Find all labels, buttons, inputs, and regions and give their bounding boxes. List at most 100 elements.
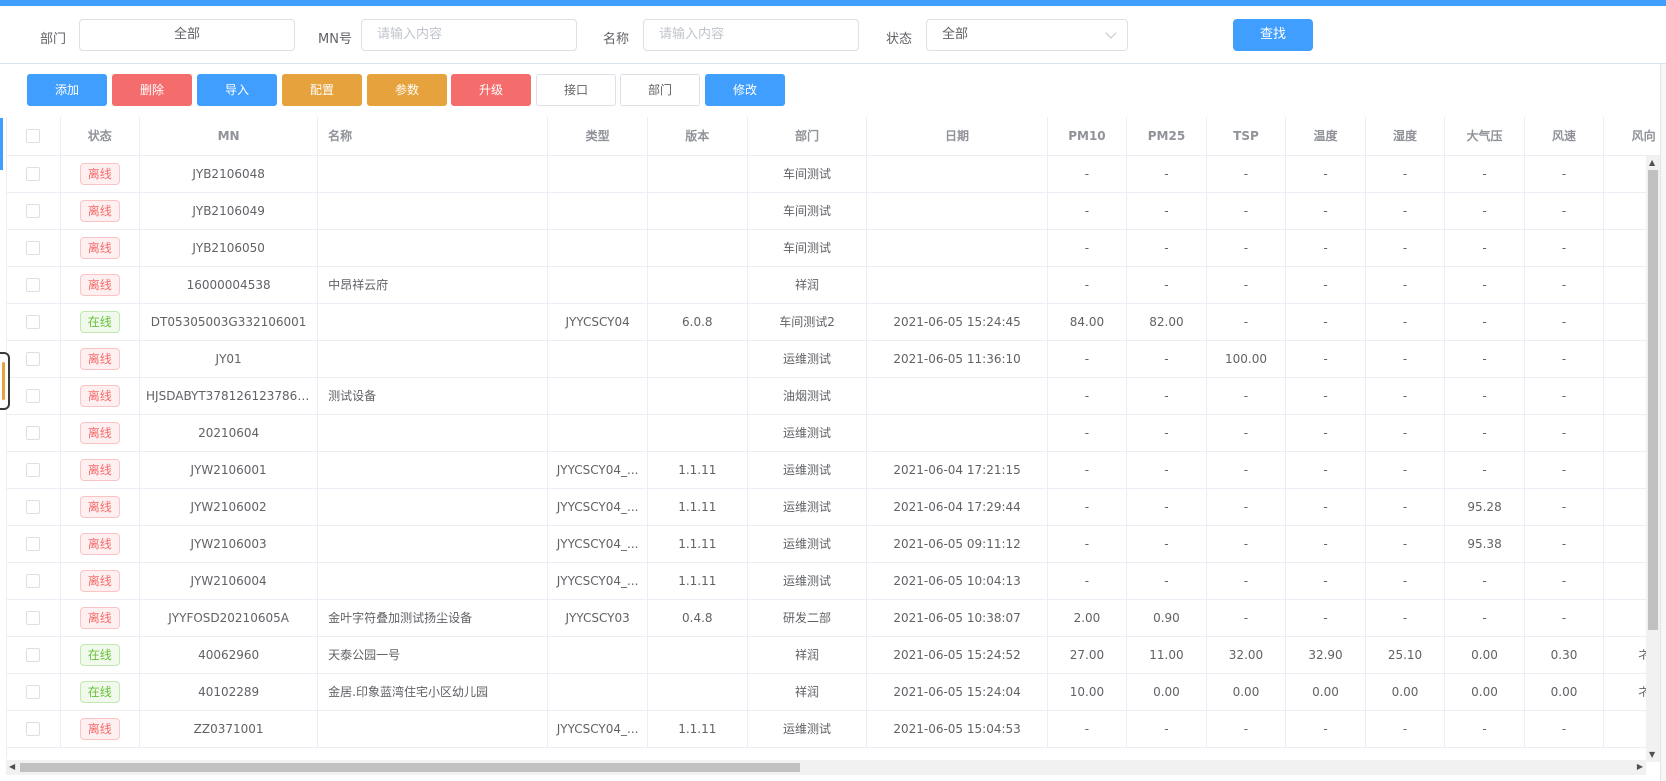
scroll-down-icon[interactable]: ▼ (1649, 751, 1655, 759)
horizontal-scrollbar[interactable]: ◀ ▶ (6, 760, 1646, 775)
row-checkbox[interactable] (26, 536, 41, 551)
cell-wind: - (1524, 451, 1605, 489)
column-header[interactable]: 状态 (60, 117, 141, 156)
config-button[interactable]: 配置 (282, 74, 362, 106)
column-header[interactable]: 风速 (1524, 117, 1605, 156)
column-header[interactable]: PM10 (1047, 117, 1128, 156)
table-row[interactable]: 离线 JYB2106049 车间测试 - - - - - - - (7, 192, 1660, 230)
row-checkbox-cell[interactable] (7, 710, 61, 748)
row-checkbox[interactable] (26, 388, 41, 403)
column-header[interactable]: 类型 (547, 117, 648, 156)
column-header[interactable]: TSP (1206, 117, 1287, 156)
cell-dept: 运维测试 (747, 525, 868, 563)
cell-tsp: - (1206, 414, 1287, 452)
row-checkbox-cell[interactable] (7, 599, 61, 637)
row-checkbox-cell[interactable] (7, 673, 61, 711)
row-checkbox-cell[interactable] (7, 229, 61, 267)
cell-name (317, 488, 549, 526)
vertical-scroll-thumb[interactable] (1648, 170, 1658, 630)
name-search-input[interactable]: 请输入内容 (643, 19, 859, 51)
department-filter-input[interactable]: 全部 (79, 19, 295, 51)
row-checkbox-cell[interactable] (7, 414, 61, 452)
row-checkbox[interactable] (26, 721, 41, 736)
table-row[interactable]: 离线 ZZ0371001 JYYCSCY04_... 1.1.11 运维测试 2021-0… (7, 710, 1660, 748)
row-checkbox[interactable] (26, 314, 41, 329)
cell-tsp: - (1206, 266, 1287, 304)
column-header[interactable]: 日期 (866, 117, 1048, 156)
upgrade-button[interactable]: 升级 (451, 74, 531, 106)
row-checkbox[interactable] (26, 462, 41, 477)
interface-button[interactable]: 接口 (536, 74, 616, 106)
row-checkbox-cell[interactable] (7, 636, 61, 674)
delete-button[interactable]: 删除 (112, 74, 192, 106)
department-button[interactable]: 部门 (620, 74, 700, 106)
row-checkbox[interactable] (26, 166, 41, 181)
row-checkbox-cell[interactable] (7, 192, 61, 230)
column-header[interactable]: 名称 (317, 117, 549, 156)
side-drawer-handle[interactable] (0, 352, 10, 410)
column-header[interactable]: PM25 (1126, 117, 1207, 156)
row-checkbox-cell[interactable] (7, 155, 61, 193)
row-checkbox[interactable] (26, 425, 41, 440)
row-checkbox-cell[interactable] (7, 303, 61, 341)
cell-press: - (1444, 155, 1525, 193)
cell-mn: ZZ0371001 (139, 710, 319, 748)
row-checkbox-cell[interactable] (7, 451, 61, 489)
row-checkbox-cell[interactable] (7, 377, 61, 415)
table-row[interactable]: 离线 JY01 运维测试 2021-06-05 11:36:10- -100.00- - -… (7, 340, 1660, 378)
column-header[interactable]: 部门 (747, 117, 868, 156)
table-row[interactable]: 离线 JYW2106002 JYYCSCY04_... 1.1.11 运维测试 2021-… (7, 488, 1660, 526)
table-row[interactable]: 在线 40062960 天泰公园一号 祥润 2021-06-05 15:24:52 27.… (7, 636, 1660, 674)
row-checkbox-cell[interactable] (7, 340, 61, 378)
status-select[interactable]: 全部 (926, 19, 1128, 51)
column-header[interactable]: MN (139, 117, 319, 156)
cell-pm10: 84.00 (1047, 303, 1128, 341)
import-button[interactable]: 导入 (197, 74, 277, 106)
row-checkbox[interactable] (26, 573, 41, 588)
vertical-scrollbar[interactable]: ▲ ▼ (1646, 156, 1660, 762)
column-header[interactable]: 风向 (1603, 117, 1660, 156)
search-button[interactable]: 查找 (1233, 19, 1313, 51)
row-checkbox-cell[interactable] (7, 488, 61, 526)
mn-search-input[interactable]: 请输入内容 (361, 19, 577, 51)
row-checkbox-cell[interactable] (7, 562, 61, 600)
table-row[interactable]: 离线 JYB2106048 车间测试 - - - - - - - (7, 155, 1660, 193)
horizontal-scroll-thumb[interactable] (20, 763, 800, 772)
scroll-right-icon[interactable]: ▶ (1637, 763, 1643, 771)
select-all-checkbox-cell[interactable] (7, 117, 61, 156)
table-row[interactable]: 在线 DT05305003G332106001 JYYCSCY04 6.0.8 车间测试… (7, 303, 1660, 341)
status-cell: 离线 (60, 155, 141, 193)
table-row[interactable]: 离线 JYW2106004 JYYCSCY04_... 1.1.11 运维测试 2021-… (7, 562, 1660, 600)
table-row[interactable]: 离线 HJSDABYT37812612378678 测试设备 油烟测试 - - - - - - - (7, 377, 1660, 415)
row-checkbox[interactable] (26, 203, 41, 218)
edit-button[interactable]: 修改 (705, 74, 785, 106)
add-button[interactable]: 添加 (27, 74, 107, 106)
column-header[interactable]: 版本 (647, 117, 748, 156)
table-row[interactable]: 离线 JYW2106001 JYYCSCY04_... 1.1.11 运维测试 2021-… (7, 451, 1660, 489)
column-header[interactable]: 湿度 (1365, 117, 1446, 156)
cell-version: 1.1.11 (647, 488, 748, 526)
scroll-left-icon[interactable]: ◀ (9, 763, 15, 771)
row-checkbox[interactable] (26, 610, 41, 625)
row-checkbox[interactable] (26, 277, 41, 292)
mn-filter-label: MN号 (318, 32, 352, 47)
column-header[interactable]: 大气压 (1444, 117, 1525, 156)
table-row[interactable]: 在线 40102289 金居.印象蓝湾住宅小区幼儿园 祥润 2021-06-05 15:… (7, 673, 1660, 711)
params-button[interactable]: 参数 (367, 74, 447, 106)
table-row[interactable]: 离线 20210604 运维测试 - - - - - - - (7, 414, 1660, 452)
row-checkbox-cell[interactable] (7, 525, 61, 563)
row-checkbox-cell[interactable] (7, 266, 61, 304)
table-row[interactable]: 离线 JYW2106003 JYYCSCY04_... 1.1.11 运维测试 2021-… (7, 525, 1660, 563)
scroll-up-icon[interactable]: ▲ (1649, 159, 1655, 167)
table-row[interactable]: 离线 JYYFOSD20210605A 金叶字符叠加测试扬尘设备 JYYCSCY03 0… (7, 599, 1660, 637)
table-row[interactable]: 离线 16000004538 中昂祥云府 祥润 - - - - - - - (7, 266, 1660, 304)
row-checkbox[interactable] (26, 684, 41, 699)
row-checkbox[interactable] (26, 647, 41, 662)
table-row[interactable]: 离线 JYB2106050 车间测试 - - - - - - - (7, 229, 1660, 267)
column-header[interactable]: 温度 (1285, 117, 1366, 156)
select-all-checkbox[interactable] (26, 129, 41, 143)
cell-dept: 运维测试 (747, 340, 868, 378)
row-checkbox[interactable] (26, 499, 41, 514)
row-checkbox[interactable] (26, 351, 41, 366)
row-checkbox[interactable] (26, 240, 41, 255)
